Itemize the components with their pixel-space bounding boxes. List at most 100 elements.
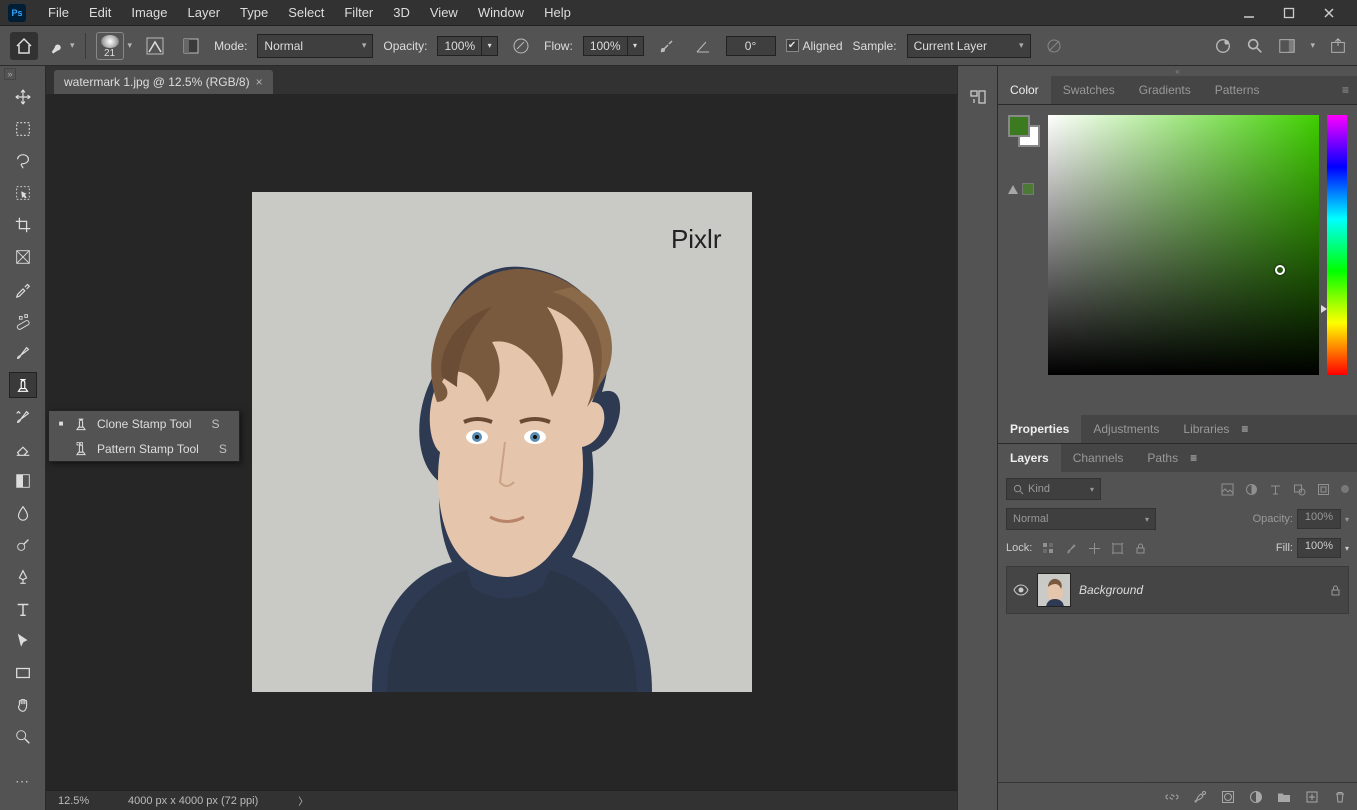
menu-view[interactable]: View bbox=[420, 1, 468, 24]
link-layers-icon[interactable] bbox=[1165, 790, 1179, 804]
brush-settings-button[interactable] bbox=[142, 33, 168, 59]
frame-tool[interactable] bbox=[9, 244, 37, 270]
eraser-tool[interactable] bbox=[9, 436, 37, 462]
fill-input[interactable]: 100% bbox=[1297, 538, 1341, 558]
panel-menu-icon[interactable]: ≡ bbox=[1241, 422, 1248, 436]
visibility-icon[interactable] bbox=[1013, 584, 1029, 596]
minimize-button[interactable] bbox=[1229, 1, 1269, 25]
tab-paths[interactable]: Paths bbox=[1135, 444, 1190, 472]
flow-input[interactable]: 100% ▾ bbox=[583, 36, 644, 56]
move-tool[interactable] bbox=[9, 84, 37, 110]
lasso-tool[interactable] bbox=[9, 148, 37, 174]
close-tab-icon[interactable]: × bbox=[256, 75, 263, 89]
airbrush-button[interactable] bbox=[654, 33, 680, 59]
brush-panel-button[interactable] bbox=[178, 33, 204, 59]
edit-toolbar-button[interactable]: ⋯ bbox=[9, 768, 37, 794]
filter-adjust-icon[interactable] bbox=[1245, 483, 1258, 496]
layer-mask-icon[interactable] bbox=[1221, 790, 1235, 804]
pen-tool[interactable] bbox=[9, 564, 37, 590]
menu-help[interactable]: Help bbox=[534, 1, 581, 24]
layer-name[interactable]: Background bbox=[1079, 583, 1321, 597]
rectangle-tool[interactable] bbox=[9, 660, 37, 686]
tab-layers[interactable]: Layers bbox=[998, 444, 1061, 472]
tab-color[interactable]: Color bbox=[998, 76, 1051, 104]
tab-adjustments[interactable]: Adjustments bbox=[1081, 415, 1171, 443]
maximize-button[interactable] bbox=[1269, 1, 1309, 25]
flyout-clone-stamp[interactable]: ■ Clone Stamp Tool S bbox=[49, 411, 239, 436]
search-icon[interactable] bbox=[1246, 37, 1264, 55]
filter-toggle[interactable] bbox=[1341, 485, 1349, 493]
adjustment-layer-icon[interactable] bbox=[1249, 790, 1263, 804]
lock-transparent-icon[interactable] bbox=[1042, 542, 1055, 555]
menu-image[interactable]: Image bbox=[121, 1, 177, 24]
filter-type-icon[interactable] bbox=[1269, 483, 1282, 496]
eyedropper-tool[interactable] bbox=[9, 276, 37, 302]
panel-collapse-button[interactable]: « bbox=[998, 66, 1357, 76]
document-tab[interactable]: watermark 1.jpg @ 12.5% (RGB/8) × bbox=[54, 70, 273, 94]
blur-tool[interactable] bbox=[9, 500, 37, 526]
blend-mode-select[interactable]: Normal▾ bbox=[257, 34, 373, 58]
tab-gradients[interactable]: Gradients bbox=[1127, 76, 1203, 104]
lock-position-icon[interactable] bbox=[1088, 542, 1101, 555]
aligned-checkbox[interactable]: ✔Aligned bbox=[786, 39, 843, 53]
menu-window[interactable]: Window bbox=[468, 1, 534, 24]
workspace-chev[interactable]: ▾ bbox=[1310, 40, 1315, 51]
history-brush-tool[interactable] bbox=[9, 404, 37, 430]
zoom-tool[interactable] bbox=[9, 724, 37, 750]
layer-filter-kind[interactable]: Kind ▾ bbox=[1006, 478, 1101, 500]
dodge-tool[interactable] bbox=[9, 532, 37, 558]
status-more-icon[interactable]: 〉 bbox=[298, 793, 308, 808]
filter-smart-icon[interactable] bbox=[1317, 483, 1330, 496]
filter-pixel-icon[interactable] bbox=[1221, 483, 1234, 496]
menu-select[interactable]: Select bbox=[278, 1, 334, 24]
marquee-tool[interactable] bbox=[9, 116, 37, 142]
layer-style-icon[interactable] bbox=[1193, 790, 1207, 804]
history-panel-icon[interactable] bbox=[967, 86, 989, 108]
menu-edit[interactable]: Edit bbox=[79, 1, 121, 24]
tool-preset[interactable]: ▾ bbox=[48, 37, 75, 55]
home-button[interactable] bbox=[10, 32, 38, 60]
new-layer-icon[interactable] bbox=[1305, 790, 1319, 804]
healing-brush-tool[interactable] bbox=[9, 308, 37, 334]
toolbox-expand-icon[interactable]: » bbox=[4, 68, 16, 80]
layer-blend-mode[interactable]: Normal▾ bbox=[1006, 508, 1156, 530]
fg-bg-swatch[interactable] bbox=[1008, 115, 1040, 147]
gradient-tool[interactable] bbox=[9, 468, 37, 494]
workspace-icon[interactable] bbox=[1278, 37, 1296, 55]
type-tool[interactable] bbox=[9, 596, 37, 622]
hand-tool[interactable] bbox=[9, 692, 37, 718]
cloud-icon[interactable] bbox=[1214, 37, 1232, 55]
brush-preset-picker[interactable]: 21 ▾ bbox=[96, 32, 133, 60]
crop-tool[interactable] bbox=[9, 212, 37, 238]
clone-stamp-tool[interactable] bbox=[9, 372, 37, 398]
tab-channels[interactable]: Channels bbox=[1061, 444, 1136, 472]
lock-all-icon[interactable] bbox=[1134, 542, 1147, 555]
menu-filter[interactable]: Filter bbox=[334, 1, 383, 24]
tab-properties[interactable]: Properties bbox=[998, 415, 1081, 443]
filter-shape-icon[interactable] bbox=[1293, 483, 1306, 496]
share-icon[interactable] bbox=[1329, 37, 1347, 55]
tab-swatches[interactable]: Swatches bbox=[1051, 76, 1127, 104]
ignore-adjustments-button[interactable] bbox=[1041, 33, 1067, 59]
opacity-input[interactable]: 100% ▾ bbox=[437, 36, 498, 56]
lock-artboard-icon[interactable] bbox=[1111, 542, 1124, 555]
layer-item-background[interactable]: Background bbox=[1006, 566, 1349, 614]
delete-layer-icon[interactable] bbox=[1333, 790, 1347, 804]
menu-layer[interactable]: Layer bbox=[178, 1, 231, 24]
menu-3d[interactable]: 3D bbox=[383, 1, 420, 24]
hue-slider[interactable] bbox=[1327, 115, 1347, 375]
lock-image-icon[interactable] bbox=[1065, 542, 1078, 555]
angle-input[interactable]: 0° bbox=[726, 36, 776, 56]
brush-tool[interactable] bbox=[9, 340, 37, 366]
flyout-pattern-stamp[interactable]: Pattern Stamp Tool S bbox=[49, 436, 239, 461]
tab-libraries[interactable]: Libraries bbox=[1171, 415, 1241, 443]
gamut-warning[interactable] bbox=[1008, 183, 1040, 195]
saturation-value-picker[interactable] bbox=[1048, 115, 1319, 375]
pressure-opacity-button[interactable] bbox=[508, 33, 534, 59]
close-button[interactable] bbox=[1309, 1, 1349, 25]
foreground-color-swatch[interactable] bbox=[1008, 115, 1030, 137]
zoom-level[interactable]: 12.5% bbox=[58, 795, 108, 807]
panel-menu-icon[interactable]: ≡ bbox=[1334, 83, 1357, 97]
path-select-tool[interactable] bbox=[9, 628, 37, 654]
menu-file[interactable]: File bbox=[38, 1, 79, 24]
